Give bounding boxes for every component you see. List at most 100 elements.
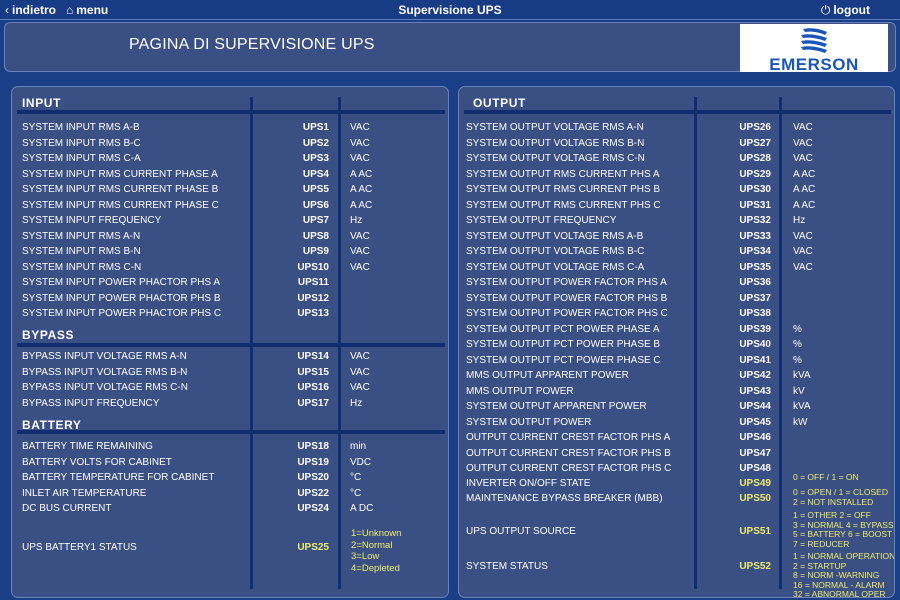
row-code: UPS35 xyxy=(739,261,771,273)
row-label: BYPASS INPUT VOLTAGE RMS A-N xyxy=(22,351,187,362)
window-title: Supervisione UPS xyxy=(398,3,502,17)
table-row: SYSTEM INPUT RMS B-C UPS2 VAC xyxy=(12,138,448,153)
logout-link[interactable]: ⏻ logout xyxy=(821,3,870,18)
left-panel: INPUT BYPASS BATTERY SYSTEM INPUT RMS A-… xyxy=(11,86,449,598)
row-code: UPS50 xyxy=(739,493,771,504)
emerson-logo-icon xyxy=(801,28,827,53)
row-code: UPS37 xyxy=(739,292,771,304)
row-label: SYSTEM INPUT POWER PHACTOR PHS A xyxy=(22,277,220,288)
row-code: UPS17 xyxy=(297,397,329,409)
table-row: SYSTEM INPUT RMS CURRENT PHASE A UPS4 A AC xyxy=(12,169,448,184)
table-row: SYSTEM OUTPUT VOLTAGE RMS B-N UPS27 VAC xyxy=(459,138,894,153)
row-unit: A AC xyxy=(350,199,373,211)
table-row: BYPASS INPUT VOLTAGE RMS B-N UPS15 VAC xyxy=(12,367,448,382)
row-unit: °C xyxy=(350,472,362,483)
row-code: UPS26 xyxy=(739,122,771,133)
row-unit: A AC xyxy=(793,199,816,211)
table-row: MMS OUTPUT POWER UPS43 kV xyxy=(459,386,894,401)
row-unit: kVA xyxy=(793,370,811,381)
row-unit: VAC xyxy=(793,246,813,257)
row-label: SYSTEM OUTPUT FREQUENCY xyxy=(466,215,617,226)
legend-line: 32 = ABNORMAL OPER xyxy=(793,589,886,598)
row-unit: kVA xyxy=(793,401,811,412)
row-code: UPS28 xyxy=(739,153,771,164)
row-unit: VAC xyxy=(350,230,370,242)
row-code: UPS3 xyxy=(302,153,329,164)
table-row: SYSTEM INPUT RMS C-A UPS3 VAC xyxy=(12,153,448,168)
row-label: OUTPUT CURRENT CREST FACTOR PHS A xyxy=(466,432,671,443)
row-code: UPS18 xyxy=(297,441,329,452)
row-label: SYSTEM OUTPUT PCT POWER PHASE A xyxy=(466,323,660,335)
table-row: BATTERY TEMPERATURE FOR CABINET UPS20 °C xyxy=(12,472,448,487)
table-row: SYSTEM OUTPUT VOLTAGE RMS C-N UPS28 VAC xyxy=(459,153,894,168)
top-nav: ‹ indietro ⌂ menu xyxy=(5,3,108,17)
row-unit: VAC xyxy=(793,137,813,149)
row-label: SYSTEM OUTPUT APPARENT POWER xyxy=(466,401,647,412)
row-unit: VAC xyxy=(793,153,813,164)
section-title-bypass: BYPASS xyxy=(22,328,75,342)
row-code: UPS19 xyxy=(297,456,329,468)
row-label: SYSTEM INPUT FREQUENCY xyxy=(22,215,162,226)
row-label: SYSTEM OUTPUT VOLTAGE RMS B-N xyxy=(466,137,645,149)
row-code: UPS32 xyxy=(739,215,771,226)
row-code: UPS44 xyxy=(739,401,771,412)
status-legend: 0 = OPEN / 1 = CLOSED 2 = NOT INSTALLED xyxy=(793,487,888,507)
row-unit: VDC xyxy=(350,456,372,468)
row-code: UPS7 xyxy=(302,215,329,226)
row-label: SYSTEM OUTPUT POWER FACTOR PHS C xyxy=(466,308,668,319)
table-row: OUTPUT CURRENT CREST FACTOR PHS B UPS47 xyxy=(459,448,894,463)
row-label: MAINTENANCE BYPASS BREAKER (MBB) xyxy=(466,493,663,504)
home-icon: ⌂ xyxy=(66,3,74,17)
table-row: BYPASS INPUT FREQUENCY UPS17 Hz xyxy=(12,398,448,413)
menu-link[interactable]: ⌂ menu xyxy=(66,3,108,17)
row-code: UPS22 xyxy=(297,487,329,499)
logo-text: EMERSON xyxy=(769,55,859,74)
section-title-input: INPUT xyxy=(22,96,61,110)
table-row: SYSTEM OUTPUT POWER FACTOR PHS B UPS37 xyxy=(459,293,894,308)
table-row: SYSTEM OUTPUT RMS CURRENT PHS C UPS31 A AC xyxy=(459,200,894,215)
row-code: UPS31 xyxy=(739,199,771,211)
row-code: UPS33 xyxy=(739,230,771,242)
row-label: DC BUS CURRENT xyxy=(22,503,112,514)
table-row: SYSTEM INPUT POWER PHACTOR PHS A UPS11 xyxy=(12,277,448,292)
row-label: SYSTEM OUTPUT VOLTAGE RMS A-N xyxy=(466,122,644,133)
row-unit: A AC xyxy=(793,168,816,180)
row-label: MMS OUTPUT POWER xyxy=(466,385,574,397)
row-unit: VAC xyxy=(350,137,370,149)
section-bar xyxy=(464,110,891,114)
row-unit: A AC xyxy=(350,184,373,195)
table-row: SYSTEM OUTPUT RMS CURRENT PHS B UPS30 A AC xyxy=(459,184,894,199)
row-unit: VAC xyxy=(350,261,370,273)
row-code: UPS40 xyxy=(739,339,771,350)
row-label: SYSTEM INPUT RMS B-N xyxy=(22,246,141,257)
menu-label: menu xyxy=(76,3,109,17)
row-unit: VAC xyxy=(350,351,370,362)
right-panel: OUTPUT SYSTEM OUTPUT VOLTAGE RMS A-N UPS2… xyxy=(458,86,895,598)
emerson-logo: EMERSON xyxy=(740,24,888,74)
row-code: UPS29 xyxy=(739,168,771,180)
row-code: UPS30 xyxy=(739,184,771,195)
row-unit: min xyxy=(350,441,367,452)
row-code: UPS9 xyxy=(302,246,329,257)
row-code: UPS5 xyxy=(302,184,329,195)
row-code: UPS2 xyxy=(302,137,329,149)
table-row: SYSTEM OUTPUT PCT POWER PHASE A UPS39% xyxy=(459,324,894,339)
row-code: UPS6 xyxy=(302,199,329,211)
row-code: UPS24 xyxy=(297,503,329,514)
row-code: UPS4 xyxy=(302,168,329,180)
table-row: SYSTEM OUTPUT PCT POWER PHASE B UPS40% xyxy=(459,339,894,354)
row-code: UPS34 xyxy=(739,246,771,257)
page-header: PAGINA DI SUPERVISIONE UPS EMERSON xyxy=(4,22,896,74)
table-row: SYSTEM OUTPUT RMS CURRENT PHS A UPS29 A AC xyxy=(459,169,894,184)
legend-line: 4=Depleted xyxy=(351,562,400,574)
row-code: UPS13 xyxy=(297,308,329,319)
row-unit: VAC xyxy=(793,230,813,242)
table-row: OUTPUT CURRENT CREST FACTOR PHS A UPS46 xyxy=(459,432,894,447)
logout-label: logout xyxy=(833,3,870,17)
table-row: SYSTEM OUTPUT VOLTAGE RMS A-N UPS26 VAC xyxy=(459,122,894,137)
back-link[interactable]: ‹ indietro xyxy=(5,3,56,17)
table-row: SYSTEM INPUT RMS CURRENT PHASE C UPS6 A AC xyxy=(12,200,448,215)
row-code: UPS41 xyxy=(739,354,771,366)
row-unit: VAC xyxy=(350,153,370,164)
row-code: UPS38 xyxy=(739,308,771,319)
